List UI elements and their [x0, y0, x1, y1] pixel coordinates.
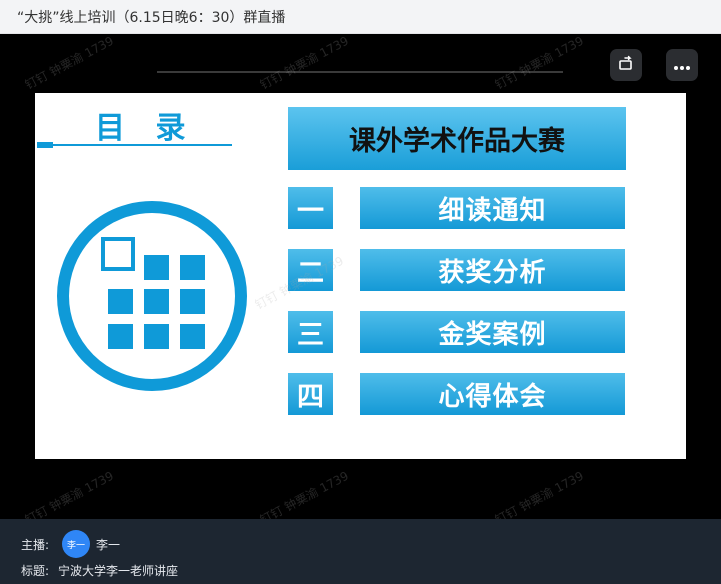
presentation-slide: 目 录 课外学术作品大赛 一 细读通知 二 获奖分析 三 金奖案例 四 心得体会	[35, 93, 686, 459]
topic-label: 标题:	[21, 564, 50, 578]
heading-underline	[53, 144, 232, 146]
live-info-bar: 主播: 李一 李一 标题: 宁波大学李一老师讲座	[0, 519, 721, 584]
toc-item-2: 获奖分析	[360, 249, 625, 291]
live-video-area[interactable]: 目 录 课外学术作品大赛 一 细读通知 二 获奖分析 三 金奖案例 四 心得体会…	[0, 34, 721, 519]
competition-title: 课外学术作品大赛	[349, 126, 565, 157]
toc-item-4: 心得体会	[360, 373, 625, 415]
grid-menu-icon	[57, 201, 247, 391]
competition-title-banner: 课外学术作品大赛	[288, 107, 626, 170]
toc-number-2: 二	[288, 249, 333, 291]
watermark: 钉钉 钟粟渝 1739	[22, 34, 116, 93]
toc-item-3: 金奖案例	[360, 311, 625, 353]
toc-heading: 目 录	[95, 111, 196, 146]
title-bar: “大挑”线上培训（6.15日晚6：30）群直播	[0, 0, 721, 34]
toc-item-label: 金奖案例	[438, 319, 547, 350]
toc-number-text: 一	[297, 195, 324, 227]
watermark: 钉钉 钟粟渝 1739	[257, 468, 351, 519]
toc-item-1: 细读通知	[360, 187, 625, 229]
window-title: “大挑”线上培训（6.15日晚6：30）群直播	[17, 10, 286, 26]
heading-underline-mark	[37, 142, 53, 148]
host-label: 主播:	[21, 538, 50, 552]
toc-item-label: 心得体会	[438, 381, 547, 412]
top-progress-line	[157, 71, 563, 73]
topic-value: 宁波大学李一老师讲座	[58, 564, 179, 578]
watermark: 钉钉 钟粟渝 1739	[492, 468, 586, 519]
toc-number-text: 三	[297, 319, 324, 351]
rotate-screen-button[interactable]	[610, 49, 642, 81]
watermark: 钉钉 钟粟渝 1739	[22, 468, 116, 519]
toc-number-4: 四	[288, 373, 333, 415]
toc-item-label: 获奖分析	[438, 257, 547, 288]
toc-number-3: 三	[288, 311, 333, 353]
watermark: 钉钉 钟粟渝 1739	[257, 34, 351, 93]
more-dots-icon	[673, 56, 691, 75]
toc-item-label: 细读通知	[438, 195, 547, 226]
toc-number-1: 一	[288, 187, 333, 229]
more-button[interactable]	[666, 49, 698, 81]
watermark: 钉钉 钟粟渝 1739	[492, 34, 586, 93]
avatar[interactable]: 李一	[62, 530, 90, 558]
toc-number-text: 二	[297, 257, 324, 289]
toc-number-text: 四	[297, 381, 324, 413]
rotate-screen-icon	[617, 54, 635, 76]
host-name: 李一	[96, 538, 121, 552]
